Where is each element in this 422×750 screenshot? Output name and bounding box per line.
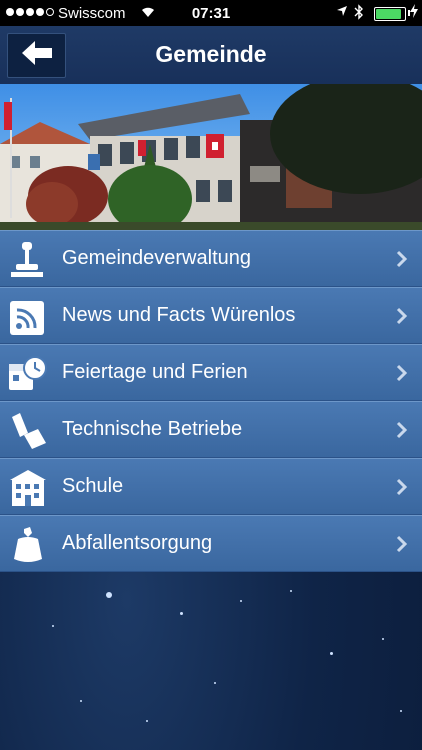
menu-item-abfallentsorgung[interactable]: Abfallentsorgung bbox=[0, 515, 422, 572]
menu-item-label: Technische Betriebe bbox=[62, 418, 243, 440]
menu-item-label: Gemeindeverwaltung bbox=[62, 247, 251, 269]
calendar-clock-icon bbox=[8, 354, 48, 394]
menu-item-label: News und Facts Würenlos bbox=[62, 304, 296, 326]
rss-feed-icon bbox=[8, 297, 48, 337]
wrench-icon bbox=[8, 411, 48, 451]
chevron-right-icon bbox=[396, 421, 408, 439]
menu-list: Gemeindeverwaltung News und Facts Würenl… bbox=[0, 230, 422, 572]
menu-item-technische-betriebe[interactable]: Technische Betriebe bbox=[0, 401, 422, 458]
chevron-right-icon bbox=[396, 535, 408, 553]
battery-icon bbox=[374, 7, 406, 21]
bluetooth-icon bbox=[354, 4, 364, 23]
menu-item-news[interactable]: News und Facts Würenlos bbox=[0, 287, 422, 344]
menu-item-label: Abfallentsorgung bbox=[62, 532, 213, 554]
battery-level-fill bbox=[376, 9, 401, 19]
page-title: Gemeinde bbox=[155, 41, 267, 67]
menu-item-schule[interactable]: Schule bbox=[0, 458, 422, 515]
navigation-bar: Gemeinde bbox=[0, 26, 422, 85]
school-building-icon bbox=[8, 468, 48, 508]
location-arrow-icon bbox=[336, 5, 348, 20]
menu-item-label: Schule bbox=[62, 475, 124, 497]
chevron-right-icon bbox=[396, 250, 408, 268]
menu-item-label: Feiertage und Ferien bbox=[62, 361, 248, 383]
stamp-icon bbox=[8, 240, 48, 280]
chevron-right-icon bbox=[396, 307, 408, 325]
menu-item-gemeindeverwaltung[interactable]: Gemeindeverwaltung bbox=[0, 230, 422, 287]
charging-icon bbox=[410, 4, 418, 21]
town-hall-photo bbox=[0, 84, 422, 230]
chevron-right-icon bbox=[396, 478, 408, 496]
menu-item-feiertage[interactable]: Feiertage und Ferien bbox=[0, 344, 422, 401]
status-bar: Swisscom 07:31 bbox=[0, 0, 422, 26]
chevron-right-icon bbox=[396, 364, 408, 382]
garbage-bag-icon bbox=[8, 525, 48, 565]
